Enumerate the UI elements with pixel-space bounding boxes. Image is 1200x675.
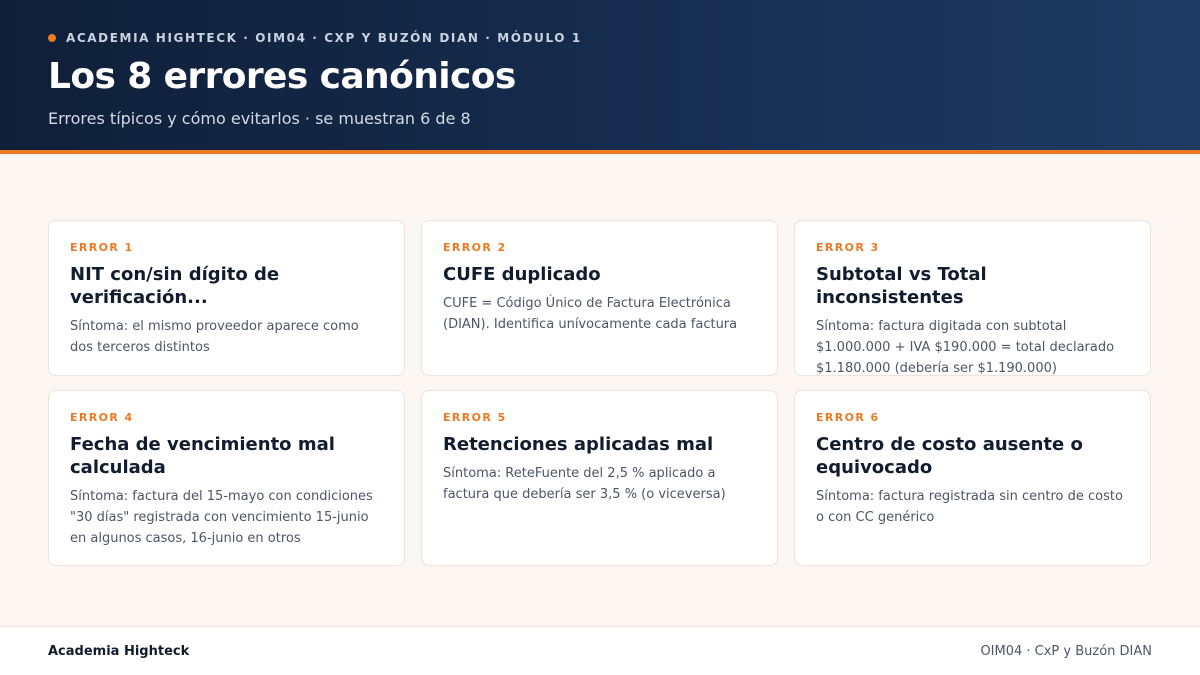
error-card-title: Centro de costo ausente o equivocado [816,434,1083,478]
error-card: ERROR 3 Subtotal vs Total inconsistentes… [794,220,1151,376]
error-card-title: CUFE duplicado [443,264,601,285]
error-card-title: Subtotal vs Total inconsistentes [816,264,987,308]
header-accent-divider [0,150,1200,154]
error-card-text: Síntoma: el mismo proveedor aparece como… [70,319,359,355]
accent-dot-icon [48,34,56,42]
error-card-label: ERROR 2 [443,241,507,254]
error-card-label: ERROR 1 [70,241,134,254]
error-card-text: CUFE = Código Único de Factura Electróni… [443,296,738,332]
error-card-grid: ERROR 1 NIT con/sin dígito de verificaci… [48,220,1152,566]
error-card-label: ERROR 4 [70,411,134,424]
header-banner: ACADEMIA HIGHTECK · OIM04 · CXP Y BUZÓN … [0,0,1200,152]
footer: Academia Highteck OIM04 · CxP y Buzón DI… [0,626,1200,675]
error-card: ERROR 4 Fecha de vencimiento mal calcula… [48,390,405,566]
error-card-title: Retenciones aplicadas mal [443,434,714,455]
error-card-title: NIT con/sin dígito de verificación... [70,264,280,308]
error-card-label: ERROR 5 [443,411,507,424]
error-card: ERROR 6 Centro de costo ausente o equivo… [794,390,1151,566]
error-card-label: ERROR 6 [816,411,880,424]
footer-brand: Academia Highteck [48,644,190,659]
page-title: Los 8 errores canónicos [48,56,516,97]
error-card: ERROR 5 Retenciones aplicadas mal Síntom… [421,390,778,566]
error-card-text: Síntoma: ReteFuente del 2,5 % aplicado a… [443,466,726,502]
page-subtitle: Errores típicos y cómo evitarlos · se mu… [48,109,471,128]
error-card: ERROR 1 NIT con/sin dígito de verificaci… [48,220,405,376]
error-card-title: Fecha de vencimiento mal calculada [70,434,335,478]
footer-course-info: OIM04 · CxP y Buzón DIAN [980,644,1152,659]
eyebrow: ACADEMIA HIGHTECK · OIM04 · CXP Y BUZÓN … [48,30,582,46]
error-card-label: ERROR 3 [816,241,880,254]
error-card-text: Síntoma: factura registrada sin centro d… [816,489,1123,525]
eyebrow-text: ACADEMIA HIGHTECK · OIM04 · CXP Y BUZÓN … [66,31,582,45]
error-card: ERROR 2 CUFE duplicado CUFE = Código Úni… [421,220,778,376]
error-card-text: Síntoma: factura digitada con subtotal $… [816,319,1115,376]
error-card-text: Síntoma: factura del 15-mayo con condici… [70,489,373,546]
